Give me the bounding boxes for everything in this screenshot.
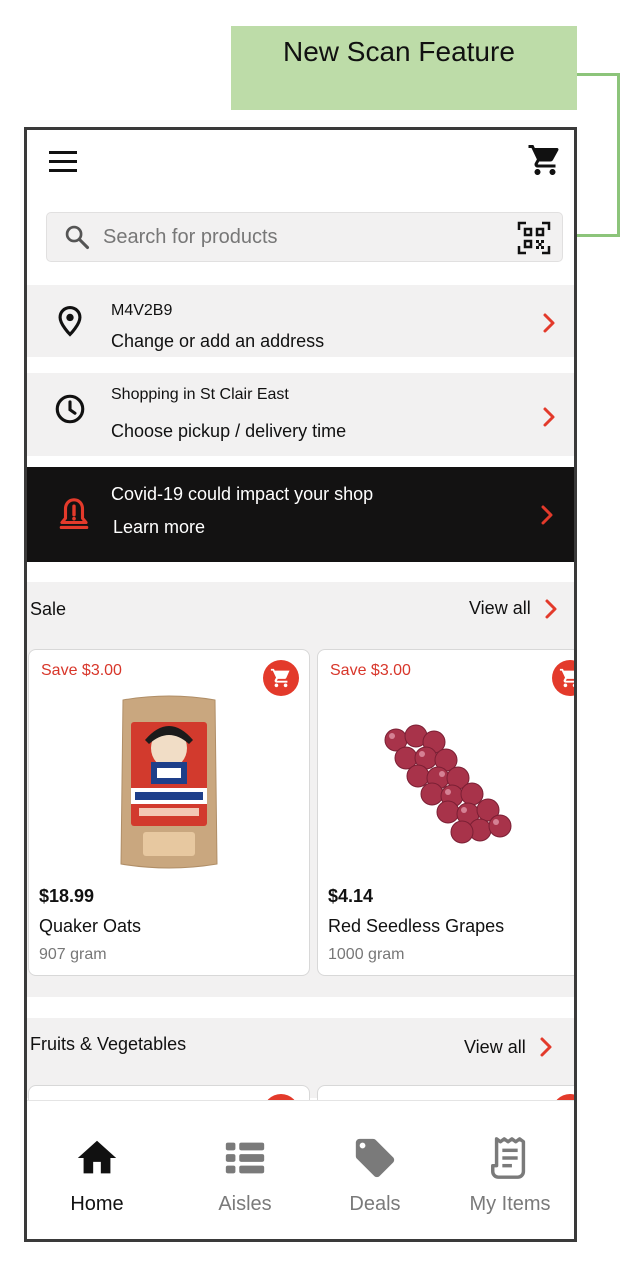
covid-alert-banner[interactable]: Covid-19 could impact your shop Learn mo… — [27, 467, 574, 562]
choose-time-link[interactable]: Choose pickup / delivery time — [111, 421, 346, 442]
search-bar[interactable]: Search for products — [46, 212, 563, 262]
red-grapes-product-image — [384, 724, 512, 844]
nav-aisles[interactable]: Aisles — [175, 1101, 315, 1239]
tag-icon — [355, 1138, 395, 1178]
nav-label: Deals — [349, 1193, 401, 1215]
product-size: 907 gram — [39, 946, 107, 963]
sale-section-header: Sale View all Save $3.00 $18.99 Quaker O… — [27, 582, 574, 997]
add-to-cart-button[interactable] — [552, 660, 574, 696]
add-to-cart-button[interactable] — [263, 660, 299, 696]
cart-icon — [270, 668, 290, 688]
learn-more-link[interactable]: Learn more — [113, 517, 205, 538]
view-all-link[interactable]: View all — [469, 598, 531, 619]
qr-scan-icon[interactable] — [517, 221, 551, 255]
save-badge: Save $3.00 — [41, 662, 122, 679]
chevron-right-icon[interactable] — [544, 598, 558, 620]
postal-code: M4V2B9 — [111, 302, 173, 319]
nav-label: Aisles — [218, 1193, 272, 1215]
save-badge: Save $3.00 — [330, 662, 411, 679]
cart-icon[interactable] — [527, 142, 563, 178]
alert-bell-icon — [59, 498, 89, 530]
aisles-list-icon — [225, 1142, 265, 1174]
alert-title: Covid-19 could impact your shop — [111, 484, 374, 504]
top-bar — [27, 130, 574, 204]
time-slot-row[interactable]: Shopping in St Clair East Choose pickup … — [27, 373, 574, 456]
nav-label: Home — [70, 1193, 124, 1215]
product-price: $18.99 — [39, 886, 95, 906]
quaker-oats-product-image — [120, 695, 218, 869]
address-row[interactable]: M4V2B9 Change or add an address — [27, 285, 574, 357]
product-price: $4.14 — [328, 886, 374, 906]
change-address-link[interactable]: Change or add an address — [111, 331, 324, 352]
product-name: Red Seedless Grapes — [328, 916, 505, 936]
cart-icon — [559, 668, 574, 688]
view-all-link[interactable]: View all — [464, 1037, 526, 1058]
bottom-navigation: Home Aisles Deals My Items — [27, 1100, 574, 1239]
callout-connector-top — [577, 73, 620, 76]
chevron-right-icon — [543, 407, 555, 427]
product-card[interactable]: Save $3.00 $18.99 Quaker Oats 907 gram — [28, 649, 310, 976]
chevron-right-icon[interactable] — [539, 1036, 553, 1058]
home-icon — [77, 1140, 117, 1174]
hamburger-menu-icon[interactable] — [49, 151, 77, 173]
nav-my-items[interactable]: My Items — [440, 1101, 574, 1239]
chevron-right-icon — [543, 313, 555, 333]
new-scan-feature-callout: New Scan Feature — [231, 26, 577, 110]
nav-home[interactable]: Home — [27, 1101, 167, 1239]
section-title: Sale — [30, 599, 67, 619]
nav-deals[interactable]: Deals — [305, 1101, 445, 1239]
receipt-icon — [491, 1137, 526, 1179]
section-title: Fruits & Vegetables — [30, 1034, 187, 1054]
chevron-right-icon — [541, 505, 553, 525]
phone-screen: Search for products M4V2B9 Change or add… — [24, 127, 577, 1242]
search-input[interactable]: Search for products — [103, 226, 278, 249]
search-icon — [65, 225, 90, 250]
callout-connector-vertical — [617, 73, 620, 237]
callout-label: New Scan Feature — [283, 36, 515, 67]
product-card[interactable]: Save $3.00 $4.14 Red Seedless Grapes 100… — [317, 649, 574, 976]
clock-icon — [55, 394, 85, 424]
location-pin-icon — [58, 305, 82, 337]
product-size: 1000 gram — [328, 946, 405, 963]
product-name: Quaker Oats — [39, 916, 142, 936]
store-label: Shopping in St Clair East — [111, 386, 289, 403]
nav-label: My Items — [469, 1193, 551, 1215]
